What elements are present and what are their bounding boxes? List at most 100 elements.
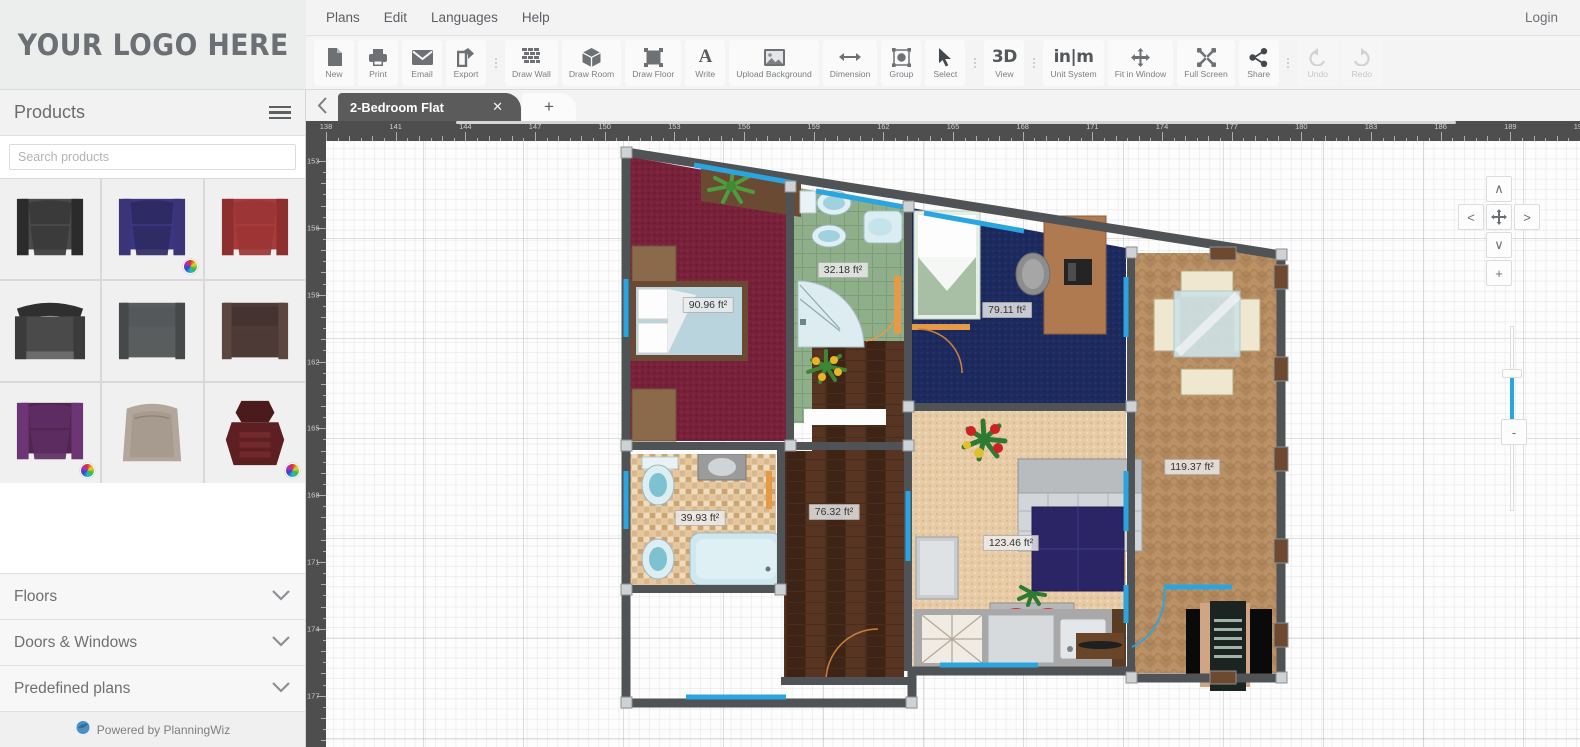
tool-label: Export bbox=[453, 69, 479, 80]
pan-move-icon[interactable] bbox=[1486, 204, 1512, 230]
ruler-label: 141 bbox=[389, 122, 402, 131]
tool-undo[interactable]: Undo bbox=[1297, 39, 1338, 86]
tool-label: Write bbox=[695, 69, 716, 80]
tool-unit-system[interactable]: in|m Unit System bbox=[1043, 39, 1104, 86]
toolbar-separator bbox=[970, 53, 979, 73]
menu-item-help[interactable]: Help bbox=[510, 0, 562, 36]
zoom-out-button[interactable]: - bbox=[1501, 419, 1527, 445]
tab-bar: 2-Bedroom Flat ✕ + bbox=[306, 90, 1580, 121]
ruler-tick bbox=[1231, 132, 1233, 141]
tab-label: 2-Bedroom Flat bbox=[350, 99, 444, 115]
pan-up-button[interactable]: ∧ bbox=[1486, 176, 1512, 202]
sidebar-item-predefined-plans[interactable]: Predefined plans bbox=[0, 665, 305, 711]
ruler-tick bbox=[813, 132, 815, 141]
undo-icon bbox=[1308, 46, 1327, 68]
tool-upload-background[interactable]: Upload Background bbox=[729, 39, 819, 86]
tool-label: Full Screen bbox=[1184, 69, 1228, 80]
navigation-pad: ∧ < > ∨ + bbox=[1458, 176, 1540, 291]
tool-share[interactable]: Share bbox=[1238, 39, 1279, 86]
login-link[interactable]: Login bbox=[1525, 10, 1558, 25]
tab-2-bedroom-flat[interactable]: 2-Bedroom Flat ✕ bbox=[338, 93, 521, 121]
ruler-tick bbox=[1371, 132, 1372, 141]
tool-email[interactable]: Email bbox=[402, 39, 442, 86]
tool-redo[interactable]: Redo bbox=[1341, 39, 1382, 86]
color-swatch-icon[interactable] bbox=[80, 463, 96, 478]
product-thumb-dark-red-ornate-chair[interactable] bbox=[204, 383, 305, 483]
vertical-ruler[interactable]: 153 156 159 162 165 168 171 174 177 bbox=[306, 141, 326, 747]
color-swatch-icon[interactable] bbox=[285, 463, 300, 478]
zoom-slider-fill bbox=[1510, 378, 1514, 420]
area-label-second-bedroom: 79.11 ft² bbox=[982, 302, 1032, 318]
chevron-left-icon[interactable] bbox=[306, 90, 338, 121]
menu-item-plans[interactable]: Plans bbox=[314, 0, 372, 36]
redo-icon bbox=[1352, 46, 1371, 68]
ruler-tick bbox=[1301, 132, 1303, 141]
tool-group[interactable]: Group bbox=[881, 39, 922, 86]
area-label-master-bedroom: 90.96 ft² bbox=[682, 297, 734, 313]
products-sidebar: Products Floors Doors & Windows Predefin… bbox=[0, 90, 306, 747]
color-swatch-icon[interactable] bbox=[182, 259, 198, 274]
ruler-tick bbox=[465, 132, 467, 141]
pan-left-button[interactable]: < bbox=[1458, 204, 1484, 230]
search-input[interactable] bbox=[9, 144, 296, 170]
close-icon[interactable]: ✕ bbox=[492, 99, 509, 115]
ruler-label: 192 bbox=[1573, 122, 1580, 131]
area-label-living-kitchen: 123.46 ft² bbox=[982, 535, 1040, 551]
ruler-tick bbox=[1440, 132, 1442, 141]
zoom-slider-handle[interactable] bbox=[1502, 369, 1522, 378]
zoom-in-button[interactable]: + bbox=[1486, 260, 1512, 286]
tool-label: Draw Wall bbox=[512, 69, 551, 80]
menu-item-edit[interactable]: Edit bbox=[372, 0, 419, 36]
cursor-arrow-icon bbox=[938, 46, 952, 68]
tool-new[interactable]: New bbox=[314, 39, 354, 86]
tool-write[interactable]: A Write bbox=[685, 39, 726, 86]
tool-full-screen[interactable]: Full Screen bbox=[1177, 39, 1235, 86]
ruler-tick bbox=[953, 132, 954, 141]
tool-3d-view[interactable]: 3D View bbox=[984, 39, 1025, 86]
product-thumb-navy-blue-armchair[interactable] bbox=[102, 179, 203, 279]
ruler-tick bbox=[1162, 132, 1163, 141]
ruler-tick bbox=[674, 132, 676, 141]
tool-label: Email bbox=[411, 69, 433, 80]
floorplan-canvas[interactable]: 90.96 ft² 32.18 ft² 79.11 ft² 119.37 ft²… bbox=[326, 141, 1580, 747]
ruler-tick bbox=[883, 132, 885, 141]
toolbar-separator bbox=[1284, 53, 1293, 73]
add-tab-button[interactable]: + bbox=[522, 93, 576, 121]
ruler-label: 189 bbox=[1504, 122, 1517, 131]
tool-select[interactable]: Select bbox=[925, 39, 966, 86]
product-thumb-beige-wingback-chair[interactable] bbox=[102, 383, 203, 483]
ruler-tick bbox=[1022, 132, 1024, 141]
tool-label: Draw Floor bbox=[632, 69, 675, 80]
chevron-down-icon bbox=[271, 588, 291, 606]
ruler-label: 153 bbox=[307, 156, 320, 166]
group-select-icon bbox=[891, 46, 911, 68]
menu-item-languages[interactable]: Languages bbox=[419, 0, 510, 36]
product-thumb-black-leather-armchair[interactable] bbox=[0, 179, 101, 279]
product-thumb-brown-armchair[interactable] bbox=[204, 281, 305, 381]
sidebar-item-floors[interactable]: Floors bbox=[0, 573, 305, 619]
menu-bar: Plans Edit Languages Help Login bbox=[306, 0, 1580, 36]
tool-draw-wall[interactable]: Draw Wall bbox=[505, 39, 558, 86]
product-thumb-purple-armchair[interactable] bbox=[0, 383, 101, 483]
product-thumb-dark-grey-curved-armchair[interactable] bbox=[0, 281, 101, 381]
product-thumb-red-armchair[interactable] bbox=[204, 179, 305, 279]
horizontal-ruler[interactable]: 138 141 144 147 150 153 156 159 162 165 168 171 174 1… bbox=[306, 121, 1580, 141]
cube-room-icon bbox=[582, 46, 601, 68]
search-box bbox=[0, 136, 305, 178]
double-arrow-icon bbox=[839, 46, 862, 68]
horizontal-scrollbar[interactable] bbox=[456, 121, 1456, 124]
pan-down-button[interactable]: ∨ bbox=[1486, 232, 1512, 258]
tool-fit-in-window[interactable]: Fit in Window bbox=[1107, 39, 1174, 86]
tool-draw-floor[interactable]: Draw Floor bbox=[625, 39, 682, 86]
product-thumb-grey-boxy-armchair[interactable] bbox=[102, 281, 203, 381]
tool-print[interactable]: Print bbox=[358, 39, 398, 86]
main-toolbar: New Print Email Export Draw Wall Draw Ro… bbox=[306, 36, 1580, 90]
sidebar-item-doors-windows[interactable]: Doors & Windows bbox=[0, 619, 305, 665]
sidebar-spacer bbox=[0, 483, 305, 573]
tool-dimension[interactable]: Dimension bbox=[822, 39, 878, 86]
pan-right-button[interactable]: > bbox=[1514, 204, 1540, 230]
product-grid bbox=[0, 178, 305, 483]
tool-export[interactable]: Export bbox=[446, 39, 486, 86]
tool-draw-room[interactable]: Draw Room bbox=[561, 39, 622, 86]
hamburger-icon[interactable] bbox=[269, 105, 291, 120]
